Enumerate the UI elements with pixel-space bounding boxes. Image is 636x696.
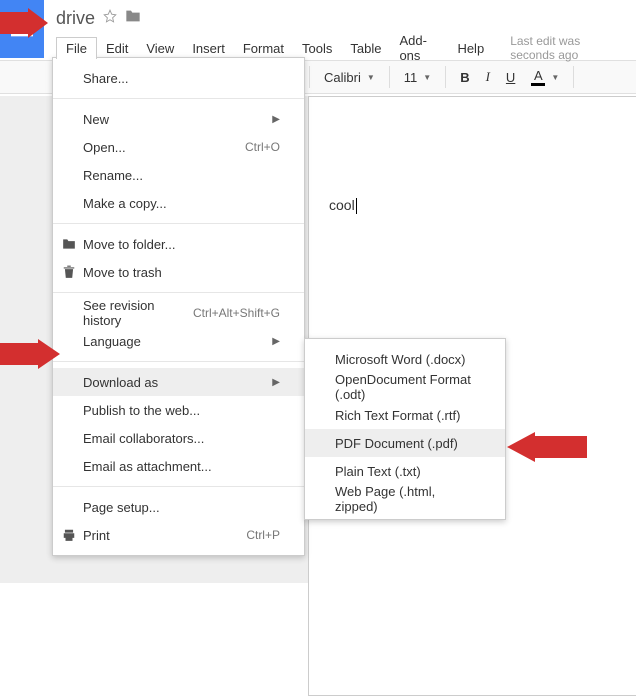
submenu-item-pdf[interactable]: PDF Document (.pdf) (305, 429, 505, 457)
menu-item-move-to-trash[interactable]: Move to trash (53, 258, 304, 286)
submenu-item-txt[interactable]: Plain Text (.txt) (305, 457, 505, 485)
font-selector[interactable]: Calibri ▼ (316, 66, 383, 89)
dropdown-icon: ▼ (423, 73, 431, 82)
folder-icon[interactable] (125, 9, 141, 28)
menu-item-page-setup[interactable]: Page setup... (53, 493, 304, 521)
font-name: Calibri (324, 70, 361, 85)
font-size: 11 (404, 70, 418, 85)
text-cursor (356, 198, 357, 214)
menu-item-revision-history[interactable]: See revision historyCtrl+Alt+Shift+G (53, 299, 304, 327)
menu-item-language[interactable]: Language▶ (53, 327, 304, 355)
dropdown-icon: ▼ (367, 73, 375, 82)
italic-button[interactable]: I (478, 65, 498, 89)
star-icon[interactable] (103, 9, 117, 28)
document-title[interactable]: drive (56, 8, 95, 29)
menu-item-make-copy[interactable]: Make a copy... (53, 189, 304, 217)
print-icon (61, 528, 77, 542)
submenu-arrow-icon: ▶ (272, 336, 280, 347)
bold-button[interactable]: B (452, 66, 477, 89)
menu-item-email-attachment[interactable]: Email as attachment... (53, 452, 304, 480)
submenu-arrow-icon: ▶ (272, 377, 280, 388)
menu-item-open[interactable]: Open...Ctrl+O (53, 133, 304, 161)
underline-button[interactable]: U (498, 66, 523, 89)
menubar: File Edit View Insert Format Tools Table… (0, 36, 636, 60)
menu-edit[interactable]: Edit (97, 38, 137, 59)
menu-item-publish[interactable]: Publish to the web... (53, 396, 304, 424)
last-edit-label[interactable]: Last edit was seconds ago (501, 31, 636, 65)
header: drive (0, 0, 636, 36)
menu-view[interactable]: View (137, 38, 183, 59)
trash-icon (61, 265, 77, 279)
annotation-arrow (0, 8, 48, 38)
menu-item-rename[interactable]: Rename... (53, 161, 304, 189)
submenu-arrow-icon: ▶ (272, 114, 280, 125)
download-as-submenu: Microsoft Word (.docx) OpenDocument Form… (304, 338, 506, 520)
separator (309, 66, 310, 88)
separator (53, 486, 304, 487)
separator (53, 361, 304, 362)
separator (445, 66, 446, 88)
menu-item-email-collaborators[interactable]: Email collaborators... (53, 424, 304, 452)
menu-item-download-as[interactable]: Download as▶ (53, 368, 304, 396)
document-body-text[interactable]: cool (329, 197, 355, 213)
menu-tools[interactable]: Tools (293, 38, 341, 59)
menu-item-new[interactable]: New▶ (53, 105, 304, 133)
submenu-item-html[interactable]: Web Page (.html, zipped) (305, 485, 505, 513)
separator (573, 66, 574, 88)
font-size-selector[interactable]: 11 ▼ (396, 66, 439, 89)
separator (53, 223, 304, 224)
menu-insert[interactable]: Insert (183, 38, 234, 59)
submenu-item-docx[interactable]: Microsoft Word (.docx) (305, 345, 505, 373)
menu-table[interactable]: Table (341, 38, 390, 59)
text-color-button[interactable]: A ▼ (523, 65, 567, 90)
menu-item-print[interactable]: PrintCtrl+P (53, 521, 304, 549)
menu-item-move-to-folder[interactable]: Move to folder... (53, 230, 304, 258)
submenu-item-rtf[interactable]: Rich Text Format (.rtf) (305, 401, 505, 429)
menu-help[interactable]: Help (448, 38, 493, 59)
separator (389, 66, 390, 88)
separator (53, 98, 304, 99)
file-menu: Share... New▶ Open...Ctrl+O Rename... Ma… (52, 57, 305, 556)
menu-file[interactable]: File (56, 37, 97, 59)
separator (53, 292, 304, 293)
annotation-arrow (0, 339, 60, 369)
text-color-letter: A (534, 69, 543, 82)
menu-item-share[interactable]: Share... (53, 64, 304, 92)
folder-icon (61, 237, 77, 251)
menu-format[interactable]: Format (234, 38, 293, 59)
annotation-arrow (507, 432, 587, 462)
submenu-item-odt[interactable]: OpenDocument Format (.odt) (305, 373, 505, 401)
dropdown-icon: ▼ (551, 73, 559, 82)
